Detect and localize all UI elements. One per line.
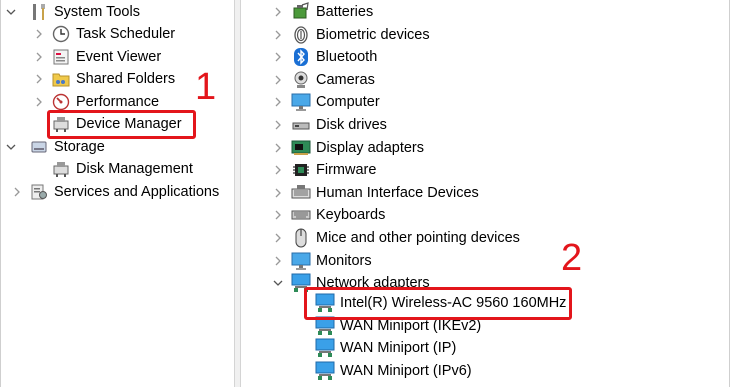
collapse-chevron-icon[interactable] <box>5 1 17 23</box>
device-category-label: Disk drives <box>316 117 387 133</box>
step-marker-1: 1 <box>195 66 217 108</box>
expand-chevron-icon[interactable] <box>33 23 45 45</box>
device-tree-pane[interactable]: Batteries Biometric devices Bluetooth Camer… <box>241 0 729 387</box>
network-adapter-label: WAN Miniport (IP) <box>340 340 457 357</box>
tree-item-shared-folders[interactable]: Shared Folders <box>51 68 175 90</box>
step-marker-2: 2 <box>561 237 583 279</box>
expand-chevron-icon[interactable] <box>272 159 284 181</box>
tree-item-storage[interactable]: Storage <box>29 136 105 158</box>
tree-item-label: System Tools <box>54 4 140 20</box>
keyboard-icon <box>291 205 311 225</box>
tree-item-system-tools[interactable]: System Tools <box>29 1 140 23</box>
expand-chevron-icon[interactable] <box>272 204 284 226</box>
expand-chevron-icon[interactable] <box>33 46 45 68</box>
tree-item-disk-management[interactable]: Disk Management <box>51 158 193 180</box>
device-category-label: Batteries <box>316 4 374 20</box>
shared-folder-icon <box>51 69 71 89</box>
device-category-label: Display adapters <box>316 139 424 156</box>
expand-chevron-icon[interactable] <box>272 137 284 159</box>
device-category-label: Bluetooth <box>316 49 378 66</box>
fingerprint-icon <box>291 25 311 45</box>
expand-chevron-icon[interactable] <box>272 227 284 249</box>
bluetooth-icon <box>291 47 311 67</box>
tree-item-label: Task Scheduler <box>76 26 176 42</box>
expand-chevron-icon[interactable] <box>272 46 284 68</box>
device-category-label: Computer <box>316 94 380 111</box>
clock-icon <box>51 24 71 44</box>
device-category-cameras[interactable]: Cameras <box>291 69 375 91</box>
expand-chevron-icon[interactable] <box>33 68 45 90</box>
display-adapter-icon <box>291 138 311 158</box>
device-category-human-interface-devices[interactable]: Human Interface Devices <box>291 182 479 204</box>
expand-chevron-icon[interactable] <box>272 69 284 91</box>
collapse-chevron-icon[interactable] <box>5 136 17 158</box>
services-icon <box>29 182 49 202</box>
expand-chevron-icon[interactable] <box>272 1 284 23</box>
expand-chevron-icon[interactable] <box>11 181 23 203</box>
device-category-label: Mice and other pointing devices <box>316 230 520 246</box>
expand-chevron-icon[interactable] <box>272 24 284 46</box>
tree-item-label: Shared Folders <box>76 71 176 87</box>
device-category-label: Biometric devices <box>316 26 430 43</box>
device-category-keyboards[interactable]: Keyboards <box>291 204 385 226</box>
tree-item-event-viewer[interactable]: Event Viewer <box>51 46 161 68</box>
expand-chevron-icon[interactable] <box>33 91 45 113</box>
device-category-computer[interactable]: Computer <box>291 91 380 113</box>
device-category-batteries[interactable]: Batteries <box>291 1 373 23</box>
network-adapter-wan-miniport-ipv6[interactable]: WAN Miniport (IPv6) <box>315 360 472 382</box>
device-category-monitors[interactable]: Monitors <box>291 250 372 272</box>
disk-management-icon <box>51 159 71 179</box>
tree-item-services-and-applications[interactable]: Services and Applications <box>29 181 219 203</box>
expand-chevron-icon[interactable] <box>272 250 284 272</box>
pane-splitter[interactable] <box>234 0 241 387</box>
storage-icon <box>29 137 49 157</box>
tools-icon <box>29 2 49 22</box>
device-category-label: Human Interface Devices <box>316 184 479 201</box>
device-category-disk-drives[interactable]: Disk drives <box>291 114 387 136</box>
tree-item-label: Storage <box>54 139 105 155</box>
tree-item-label: Services and Applications <box>54 184 220 200</box>
event-viewer-icon <box>51 47 71 67</box>
network-adapter-icon <box>315 361 335 381</box>
wireless-adapter-highlight <box>304 287 572 320</box>
disk-drive-icon <box>291 115 311 135</box>
device-category-mice-and-other-pointing-devices[interactable]: Mice and other pointing devices <box>291 227 520 249</box>
device-category-display-adapters[interactable]: Display adapters <box>291 137 424 159</box>
device-category-label: Firmware <box>316 162 377 179</box>
device-category-bluetooth[interactable]: Bluetooth <box>291 46 377 68</box>
device-manager-highlight <box>47 110 196 139</box>
chip-icon <box>291 160 311 180</box>
device-category-label: Cameras <box>316 71 375 88</box>
tree-item-label: Event Viewer <box>76 49 162 65</box>
tree-item-label: Performance <box>76 94 160 110</box>
gauge-icon <box>51 92 71 112</box>
monitor-icon <box>291 251 311 271</box>
collapse-chevron-icon[interactable] <box>272 272 284 294</box>
navigation-tree-pane[interactable]: System Tools Task Scheduler Event Viewer… <box>1 0 234 387</box>
expand-chevron-icon[interactable] <box>272 114 284 136</box>
device-category-label: Keyboards <box>316 207 386 224</box>
expand-chevron-icon[interactable] <box>272 182 284 204</box>
tree-item-task-scheduler[interactable]: Task Scheduler <box>51 23 175 45</box>
device-category-firmware[interactable]: Firmware <box>291 159 376 181</box>
monitor-icon <box>291 92 311 112</box>
hid-icon <box>291 183 311 203</box>
tree-item-label: Disk Management <box>76 161 193 177</box>
network-adapter-icon <box>315 338 335 358</box>
mouse-icon <box>291 228 311 248</box>
webcam-icon <box>291 70 311 90</box>
battery-icon <box>291 2 311 22</box>
network-adapter-label: WAN Miniport (IPv6) <box>340 363 472 380</box>
device-category-label: Monitors <box>316 252 372 269</box>
expand-chevron-icon[interactable] <box>272 91 284 113</box>
device-category-biometric-devices[interactable]: Biometric devices <box>291 24 430 46</box>
network-adapter-wan-miniport-ip[interactable]: WAN Miniport (IP) <box>315 337 456 359</box>
